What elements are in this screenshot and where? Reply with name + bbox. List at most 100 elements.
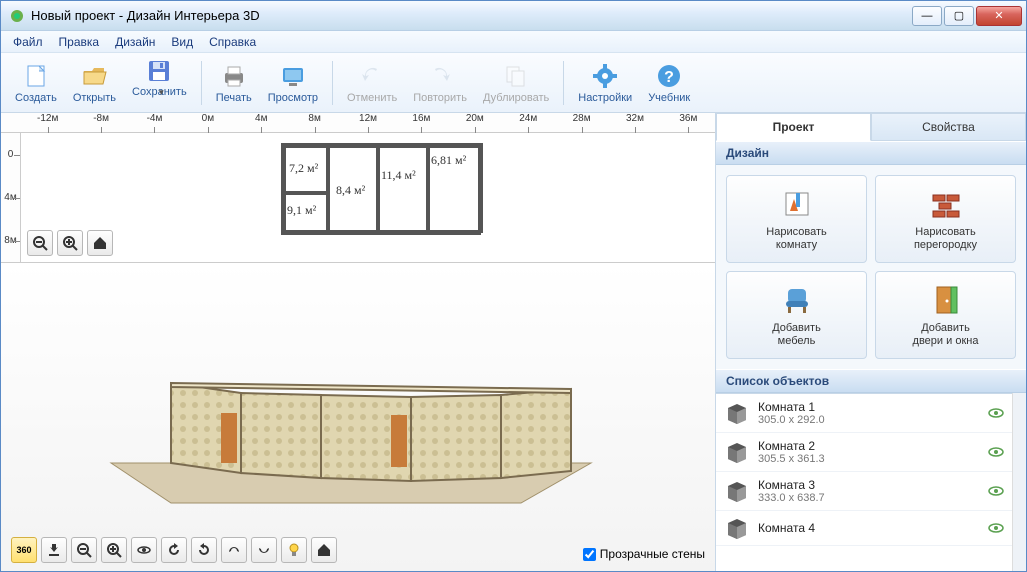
item-text: Комната 3333.0 x 638.7 (758, 478, 980, 504)
draw-partition-button[interactable]: Нарисовать перегородку (875, 175, 1016, 263)
tilt-down-button[interactable] (251, 537, 277, 563)
undo-button[interactable]: Отменить (339, 57, 405, 109)
list-item[interactable]: Комната 3333.0 x 638.7 (716, 472, 1012, 511)
list-item[interactable]: Комната 1305.0 x 292.0 (716, 394, 1012, 433)
area-label: 11,4 м² (381, 168, 416, 183)
item-dims: 305.5 x 361.3 (758, 453, 980, 465)
home-button[interactable] (87, 230, 113, 256)
room-icon (724, 441, 750, 463)
undo-label: Отменить (347, 92, 397, 104)
new-button[interactable]: Создать (7, 57, 65, 109)
checkbox-input[interactable] (583, 548, 596, 561)
visibility-icon[interactable] (988, 444, 1004, 460)
object-list[interactable]: Комната 1305.0 x 292.0 Комната 2305.5 x … (716, 393, 1012, 571)
print-label: Печать (216, 92, 252, 104)
tab-properties[interactable]: Свойства (871, 113, 1026, 141)
home-3d-button[interactable] (311, 537, 337, 563)
room-icon (724, 480, 750, 502)
tick: 4м (1, 176, 20, 219)
app-window: Новый проект - Дизайн Интерьера 3D — ▢ ✕… (0, 0, 1027, 572)
rotate-left-button[interactable] (161, 537, 187, 563)
visibility-icon[interactable] (988, 483, 1004, 499)
scrollbar[interactable] (1012, 393, 1026, 571)
list-item[interactable]: Комната 4 (716, 511, 1012, 546)
ruler-horizontal: -12м -8м -4м 0м 4м 8м 12м 16м 20м 24м 28… (1, 113, 715, 133)
preview-button[interactable]: Просмотр (260, 57, 326, 109)
checkbox-label: Прозрачные стены (600, 547, 705, 561)
rotate-right-button[interactable] (191, 537, 217, 563)
sep (332, 61, 333, 105)
sep (201, 61, 202, 105)
zoom-in-button[interactable] (57, 230, 83, 256)
menu-file[interactable]: Файл (5, 33, 51, 51)
menubar: Файл Правка Дизайн Вид Справка (1, 31, 1026, 53)
print-button[interactable]: Печать (208, 57, 260, 109)
menu-help[interactable]: Справка (201, 33, 264, 51)
titlebar[interactable]: Новый проект - Дизайн Интерьера 3D — ▢ ✕ (1, 1, 1026, 31)
item-text: Комната 2305.5 x 361.3 (758, 439, 980, 465)
save-button[interactable]: Сохранить▼ (124, 57, 195, 109)
tutorial-button[interactable]: ? Учебник (640, 57, 698, 109)
minimize-button[interactable]: — (912, 6, 942, 26)
item-name: Комната 3 (758, 478, 980, 492)
add-doors-button[interactable]: Добавить двери и окна (875, 271, 1016, 359)
tick: 32м (608, 113, 661, 124)
chair-icon (779, 282, 815, 318)
monitor-icon (279, 62, 307, 90)
redo-button[interactable]: Повторить (405, 57, 475, 109)
tick: 0 (1, 133, 20, 176)
visibility-icon[interactable] (988, 405, 1004, 421)
window-controls: — ▢ ✕ (912, 6, 1022, 26)
design-buttons: Нарисовать комнату Нарисовать перегородк… (716, 165, 1026, 369)
tick: 24м (502, 113, 555, 124)
list-item[interactable]: Комната 2305.5 x 361.3 (716, 433, 1012, 472)
visibility-icon[interactable] (988, 520, 1004, 536)
tick: 28м (555, 113, 608, 124)
tick: 0м (181, 113, 234, 124)
menu-view[interactable]: Вид (163, 33, 201, 51)
area-label: 7,2 м² (289, 161, 318, 176)
item-name: Комната 2 (758, 439, 980, 453)
file-icon (22, 62, 50, 90)
folder-icon (80, 62, 108, 90)
item-text: Комната 1305.0 x 292.0 (758, 400, 980, 426)
transparent-walls-checkbox[interactable]: Прозрачные стены (583, 547, 705, 561)
zoom-out-3d-button[interactable] (71, 537, 97, 563)
tick: -12м (21, 113, 74, 124)
rotate-360-button[interactable]: 360 (11, 537, 37, 563)
duplicate-label: Дублировать (483, 92, 549, 104)
menu-edit[interactable]: Правка (51, 33, 108, 51)
add-furniture-button[interactable]: Добавить мебель (726, 271, 867, 359)
objects-header: Список объектов (716, 369, 1026, 393)
maximize-button[interactable]: ▢ (944, 6, 974, 26)
close-button[interactable]: ✕ (976, 6, 1022, 26)
ruler-vertical: 0 4м 8м (1, 133, 21, 262)
view-2d[interactable]: 0 4м 8м 7,2 м² 8,4 м² (1, 133, 715, 263)
open-button[interactable]: Открыть (65, 57, 124, 109)
zoom-out-button[interactable] (27, 230, 53, 256)
app-icon (9, 8, 25, 24)
menu-design[interactable]: Дизайн (107, 33, 163, 51)
duplicate-button[interactable]: Дублировать (475, 57, 557, 109)
gear-icon (591, 62, 619, 90)
light-button[interactable] (281, 537, 307, 563)
view-3d[interactable]: 360 Прозрачные стены (1, 263, 715, 571)
tick: 4м (235, 113, 288, 124)
orbit-button[interactable] (131, 537, 157, 563)
draw-room-button[interactable]: Нарисовать комнату (726, 175, 867, 263)
floorplan-2d[interactable]: 7,2 м² 8,4 м² 11,4 м² 6,81 м² 9,1 м² (21, 133, 715, 262)
tilt-up-button[interactable] (221, 537, 247, 563)
zoom-in-3d-button[interactable] (101, 537, 127, 563)
area-label: 9,1 м² (287, 203, 316, 218)
wall-icon (928, 186, 964, 222)
tick: -4м (128, 113, 181, 124)
tab-project[interactable]: Проект (716, 113, 871, 141)
tick: 8м (288, 113, 341, 124)
door-icon (928, 282, 964, 318)
open-label: Открыть (73, 92, 116, 104)
item-name: Комната 1 (758, 400, 980, 414)
btn-label: Нарисовать комнату (766, 226, 826, 252)
render-3d (81, 303, 621, 513)
pan-button[interactable] (41, 537, 67, 563)
settings-button[interactable]: Настройки (570, 57, 640, 109)
